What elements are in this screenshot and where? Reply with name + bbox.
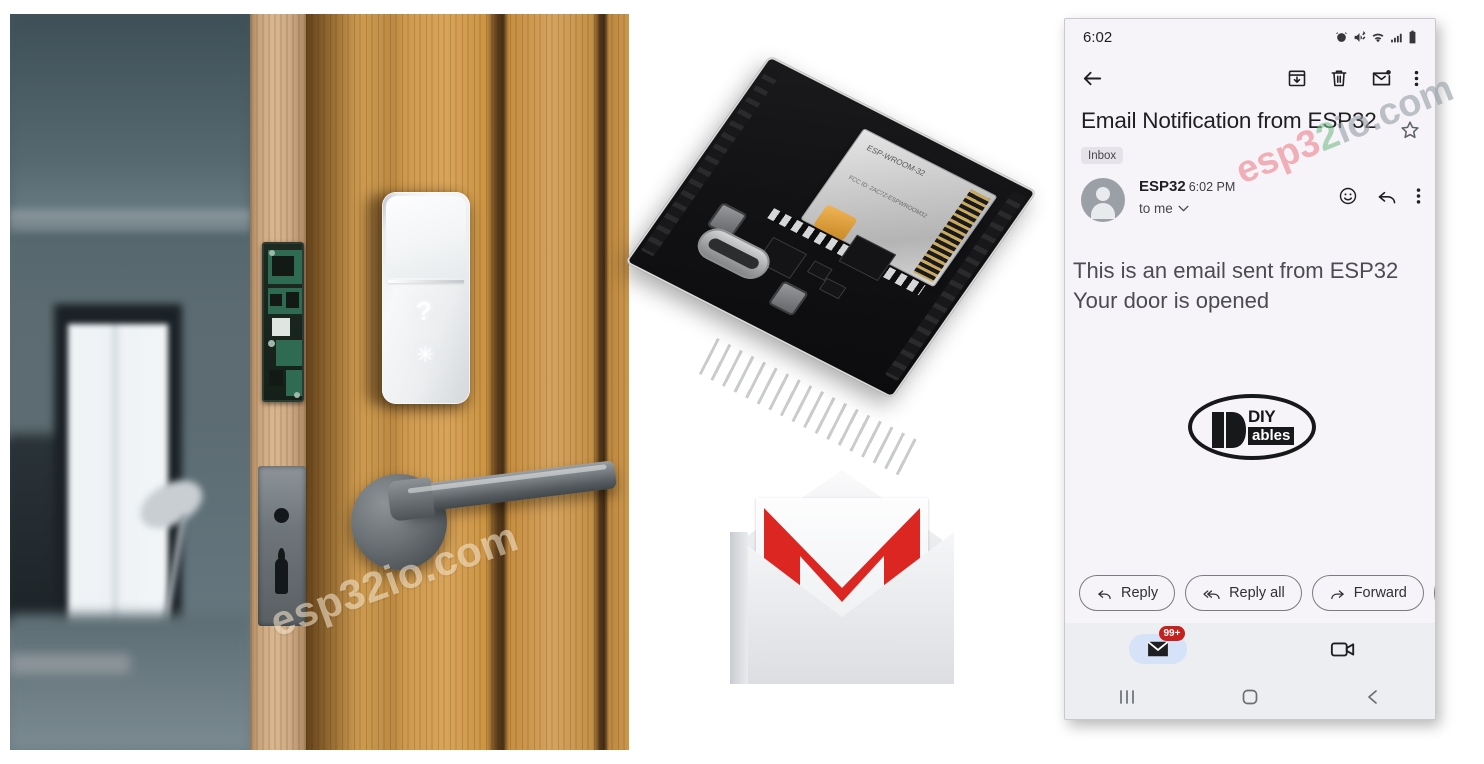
avatar[interactable]: [1081, 178, 1125, 222]
wifi-icon: [1372, 33, 1384, 42]
esp32-smd-2: [818, 277, 847, 300]
diyables-bottom-text: ables: [1248, 426, 1295, 446]
message-more-icon[interactable]: [1416, 186, 1421, 206]
back-arrow-icon[interactable]: [1081, 67, 1104, 90]
email-body: This is an email sent from ESP32 Your do…: [1065, 222, 1435, 565]
status-time: 6:02: [1083, 28, 1113, 46]
thumbturn-hole: [274, 508, 289, 523]
recipient-label: to me: [1139, 201, 1173, 216]
emoji-reaction-button[interactable]: [1433, 576, 1436, 610]
reply-label: Reply: [1121, 585, 1159, 601]
home-button[interactable]: [1188, 688, 1311, 706]
ceiling: [10, 14, 250, 224]
smart-lock-seam: [388, 280, 464, 283]
recents-icon: [1119, 690, 1134, 704]
diyables-d-mark: [1212, 411, 1246, 448]
smart-lock: ? ✳: [382, 192, 470, 404]
diyables-logo-wrap: DIY ables: [1069, 393, 1435, 460]
door-shadow: [306, 14, 362, 750]
door-photo: ? ✳ esp32io.com: [10, 14, 629, 750]
status-bar: 6:02: [1065, 19, 1435, 55]
nav-mail-pill: 99+: [1128, 626, 1187, 664]
reply-action-bar: Reply Reply all Forward: [1065, 565, 1435, 623]
recipient-row[interactable]: to me: [1139, 201, 1338, 216]
keyhole: [275, 548, 288, 594]
diyables-logo: DIY ables: [1188, 393, 1316, 460]
video-camera-icon: [1330, 642, 1354, 657]
sender-info: ESP32 6:02 PM to me: [1139, 178, 1338, 216]
email-body-line-2: Your door is opened: [1073, 287, 1270, 313]
trash-icon[interactable]: [1329, 68, 1349, 88]
chevron-down-icon[interactable]: [1178, 205, 1189, 212]
more-vert-icon[interactable]: [1414, 68, 1419, 89]
floor: [10, 614, 250, 750]
mark-unread-icon[interactable]: [1371, 68, 1392, 89]
phone-device: 6:02 Email Notification from ESP32 Inbox…: [1064, 18, 1436, 720]
sender-name: ESP32: [1139, 178, 1186, 195]
status-icons: [1335, 30, 1417, 44]
nav-item-mail[interactable]: 99+: [1065, 626, 1250, 664]
esp32-board-image: ESP-WROOM-32 FCC ID: 2AC7Z-ESPWROOM32: [624, 55, 1045, 479]
reply-all-label: Reply all: [1229, 585, 1285, 601]
mortise-lock-plate: [258, 466, 306, 626]
sender-time: 6:02 PM: [1188, 180, 1236, 194]
diyables-top-text: DIY: [1248, 406, 1276, 426]
email-subject: Email Notification from ESP32: [1081, 108, 1377, 133]
esp32-module-label: ESP-WROOM-32: [864, 143, 927, 178]
mute-icon: [1354, 30, 1366, 42]
emoji-smiley-icon: [1435, 584, 1436, 602]
bottom-nav: 99+: [1065, 623, 1435, 675]
subject-row: Email Notification from ESP32: [1065, 101, 1435, 141]
forward-icon: [1330, 589, 1344, 599]
crown-moulding: [10, 210, 250, 232]
smart-lock-glyph-question: ?: [416, 296, 432, 326]
reply-button[interactable]: Reply: [1079, 575, 1176, 611]
mail-icon: [1147, 641, 1168, 657]
battery-icon: [1409, 30, 1416, 44]
esp32-reset-button: [767, 280, 809, 317]
screenshot-canvas: ? ✳ esp32io.com ESP-WROOM-32 FCC ID: 2AC…: [0, 0, 1484, 764]
signal-icon: [1391, 33, 1402, 42]
reply-arrow-icon[interactable]: [1376, 186, 1398, 206]
emoji-icon[interactable]: [1338, 186, 1358, 206]
forward-button[interactable]: Forward: [1311, 575, 1424, 611]
alarm-icon: [1336, 31, 1347, 42]
forward-label: Forward: [1353, 585, 1407, 601]
archive-icon[interactable]: [1287, 68, 1307, 88]
reply-all-button[interactable]: Reply all: [1185, 575, 1302, 611]
esp32-module-fcc: FCC ID: 2AC7Z-ESPWROOM32: [846, 175, 928, 220]
mail-badge: 99+: [1158, 626, 1186, 641]
sender-line: ESP32 6:02 PM: [1139, 178, 1338, 195]
inbox-label-chip[interactable]: Inbox: [1081, 147, 1124, 164]
smart-lock-glyph-star: ✳: [416, 342, 435, 367]
esp32-antenna: [913, 189, 991, 283]
reply-all-icon: [1203, 589, 1220, 599]
door-sensor-pcb: [262, 242, 304, 402]
star-icon[interactable]: [1399, 119, 1421, 141]
table: [10, 654, 130, 674]
room-interior: [10, 14, 250, 750]
back-icon: [1368, 690, 1378, 704]
envelope-left-edge: [730, 532, 748, 684]
app-bar: [1065, 55, 1435, 101]
reply-icon: [1098, 589, 1111, 599]
system-nav-bar: [1065, 675, 1435, 719]
nav-item-meet[interactable]: [1250, 639, 1435, 659]
gmail-logo: [730, 470, 954, 684]
sender-row: ESP32 6:02 PM to me: [1065, 164, 1435, 222]
email-body-line-1: This is an email sent from ESP32: [1073, 258, 1399, 283]
home-icon: [1242, 689, 1258, 705]
smart-lock-screen: [386, 196, 466, 278]
diyables-text: DIY ables: [1248, 406, 1295, 446]
back-button[interactable]: [1312, 688, 1435, 706]
recents-button[interactable]: [1065, 688, 1188, 706]
esp32-pcb: ESP-WROOM-32 FCC ID: 2AC7Z-ESPWROOM32: [624, 55, 1038, 399]
sender-actions: [1338, 186, 1421, 206]
